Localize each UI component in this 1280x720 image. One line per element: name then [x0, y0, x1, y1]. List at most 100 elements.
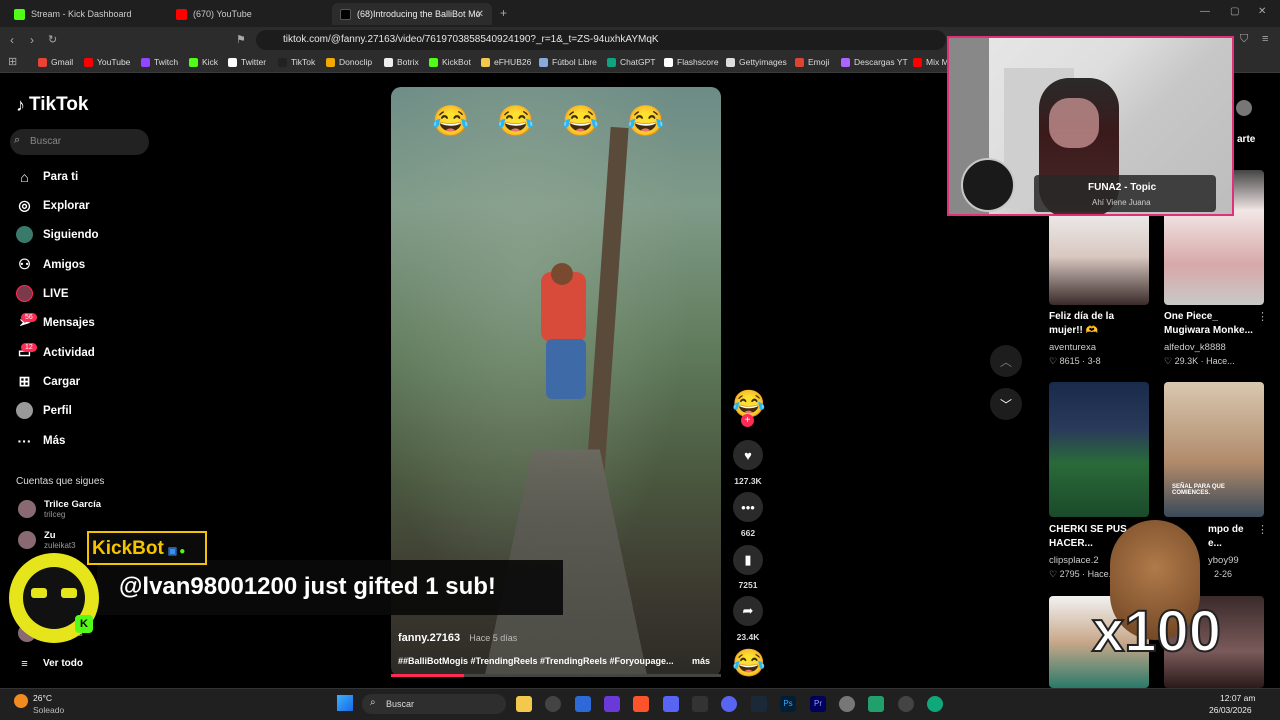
bookmark-item[interactable]: Gettyimages — [726, 57, 787, 67]
reload-icon[interactable]: ↻ — [48, 33, 57, 46]
title-line: CHERKI SE PUS — [1049, 524, 1127, 535]
premiere-icon[interactable]: Pr — [810, 696, 826, 712]
video-title[interactable]: One Piece_ Mugiwara Monke... — [1164, 310, 1253, 338]
avatar[interactable] — [1236, 100, 1252, 116]
brave-icon[interactable] — [633, 696, 649, 712]
bookmark-item[interactable]: Descargas YT — [841, 57, 908, 67]
tab-tiktok-active[interactable]: (68)Introducing the BalliBot Mo ✕ — [332, 3, 492, 25]
follow-plus-icon[interactable]: + — [741, 414, 754, 427]
video-stats: 2-26 — [1214, 569, 1233, 579]
nav-amigos[interactable]: ⚇ Amigos — [16, 256, 85, 273]
discord-icon[interactable] — [721, 696, 737, 712]
video-thumbnail[interactable] — [1049, 208, 1149, 305]
bookmark-item[interactable]: ChatGPT — [607, 57, 655, 67]
next-video-button[interactable]: ﹀ — [990, 388, 1022, 420]
close-window-icon[interactable]: ✕ — [1258, 6, 1266, 17]
tab-youtube[interactable]: (670) YouTube — [168, 3, 328, 25]
minimize-icon[interactable]: — — [1200, 6, 1210, 17]
video-author[interactable]: clipsplace.2 — [1049, 555, 1099, 566]
nav-label: Siguiendo — [43, 228, 99, 241]
app-icon[interactable] — [604, 696, 620, 712]
bookmark-favicon-icon — [84, 57, 93, 67]
video-author[interactable]: fanny.27163 Hace 5 días — [398, 632, 517, 644]
nav-para-ti[interactable]: ⌂ Para ti — [16, 168, 78, 185]
photoshop-icon[interactable]: Ps — [780, 696, 796, 712]
video-title[interactable]: mpo de e... — [1208, 523, 1244, 551]
forward-icon[interactable]: › — [30, 33, 34, 47]
bookmark-item[interactable]: eFHUB26 — [481, 57, 531, 67]
video-time: Hace 5 días — [469, 633, 518, 643]
music-disc-emoji[interactable]: 😂 — [732, 647, 766, 679]
like-button[interactable]: ♥ — [733, 440, 763, 470]
chevron-up-icon: ︿ — [999, 354, 1012, 369]
bookmark-item[interactable]: Kick — [189, 57, 218, 67]
youtube-favicon-icon — [176, 8, 187, 20]
menu-icon[interactable]: ≡ — [1262, 33, 1268, 45]
bookmark-item[interactable]: Mix M — [913, 57, 949, 67]
close-tab-icon[interactable]: ✕ — [476, 9, 484, 20]
bookmark-item[interactable]: Twitch — [141, 57, 178, 67]
nav-perfil[interactable]: Perfil — [16, 402, 72, 419]
bookmark-item[interactable]: Fútbol Libre — [539, 57, 597, 67]
nav-mas[interactable]: ··· Más — [16, 432, 66, 449]
app-icon[interactable] — [663, 696, 679, 712]
more-options-icon[interactable]: ⋮ — [1257, 523, 1268, 536]
comment-button[interactable]: ••• — [733, 492, 763, 522]
bookmark-icon[interactable]: ⚑ — [236, 33, 246, 46]
tiktok-logo[interactable]: ♪ TikTok — [16, 94, 88, 116]
bookmark-item[interactable]: Gmail — [38, 57, 73, 67]
back-icon[interactable]: ‹ — [10, 33, 14, 47]
bookmark-item[interactable]: Flashscore — [664, 57, 719, 67]
edge-icon[interactable] — [927, 696, 943, 712]
following-account[interactable]: Trilce García trilceg — [18, 499, 101, 519]
video-thumbnail[interactable] — [1049, 382, 1149, 517]
maximize-icon[interactable]: ▢ — [1230, 6, 1239, 17]
app-icon[interactable] — [868, 696, 884, 712]
bookmark-label: Flashscore — [677, 57, 719, 67]
list-icon: ≡ — [21, 657, 28, 670]
taskbar-search[interactable] — [362, 694, 506, 714]
app-icon[interactable] — [575, 696, 591, 712]
shield-icon[interactable]: ⛉ — [1240, 33, 1248, 46]
bookmark-item[interactable]: TikTok — [278, 57, 315, 67]
video-author[interactable]: aventurexa — [1049, 342, 1096, 353]
app-icon[interactable] — [692, 696, 708, 712]
more-options-icon[interactable]: ⋮ — [1257, 310, 1268, 323]
bookmark-label: ChatGPT — [620, 57, 656, 67]
settings-icon[interactable] — [839, 696, 855, 712]
obs-icon[interactable] — [545, 696, 561, 712]
tab-kick-dashboard[interactable]: Stream - Kick Dashboard — [6, 3, 166, 25]
save-button[interactable]: ▮ — [733, 545, 763, 575]
windows-start-icon[interactable] — [337, 695, 353, 711]
media-player-icon[interactable] — [898, 696, 914, 712]
nav-label: Cargar — [43, 375, 81, 388]
bookmark-item[interactable]: KickBot — [429, 57, 471, 67]
bookmark-item[interactable]: Donoclip — [326, 57, 372, 67]
following-account[interactable]: Zu zuleikat3 — [18, 530, 76, 550]
apps-grid-icon[interactable]: ⊞ — [8, 55, 17, 68]
file-explorer-icon[interactable] — [516, 696, 532, 712]
bookmark-item[interactable]: Twitter — [228, 57, 266, 67]
bookmark-item[interactable]: Botrix — [384, 57, 419, 67]
bookmark-item[interactable]: YouTube — [84, 57, 130, 67]
share-button[interactable]: ➦ — [733, 596, 763, 626]
new-tab-icon[interactable]: + — [500, 6, 507, 20]
bookmark-item[interactable]: Emoji — [795, 57, 829, 67]
steam-icon[interactable] — [751, 696, 767, 712]
bookmark-label: eFHUB26 — [494, 57, 532, 67]
caption-more-link[interactable]: más — [692, 656, 710, 666]
see-all-link[interactable]: ≡ Ver todo — [16, 655, 83, 672]
video-author[interactable]: yboy99 — [1208, 555, 1239, 566]
like-count: 127.3K — [734, 476, 762, 486]
previous-video-button[interactable]: ︿ — [990, 345, 1022, 377]
heart-icon: ♥ — [744, 447, 752, 463]
nav-explorar[interactable]: ◎ Explorar — [16, 197, 89, 214]
video-title[interactable]: Feliz día de la mujer!! 🫶 — [1049, 310, 1114, 338]
bookmark-favicon-icon — [795, 57, 804, 67]
weather-sun-icon — [14, 694, 28, 708]
video-thumbnail[interactable]: SEÑAL PARA QUE COMIENCES. — [1164, 382, 1264, 517]
video-author[interactable]: alfedov_k8888 — [1164, 342, 1226, 353]
nav-live[interactable]: LIVE — [16, 285, 69, 302]
nav-cargar[interactable]: ⊞ Cargar — [16, 373, 80, 390]
nav-siguiendo[interactable]: Siguiendo — [16, 226, 99, 243]
